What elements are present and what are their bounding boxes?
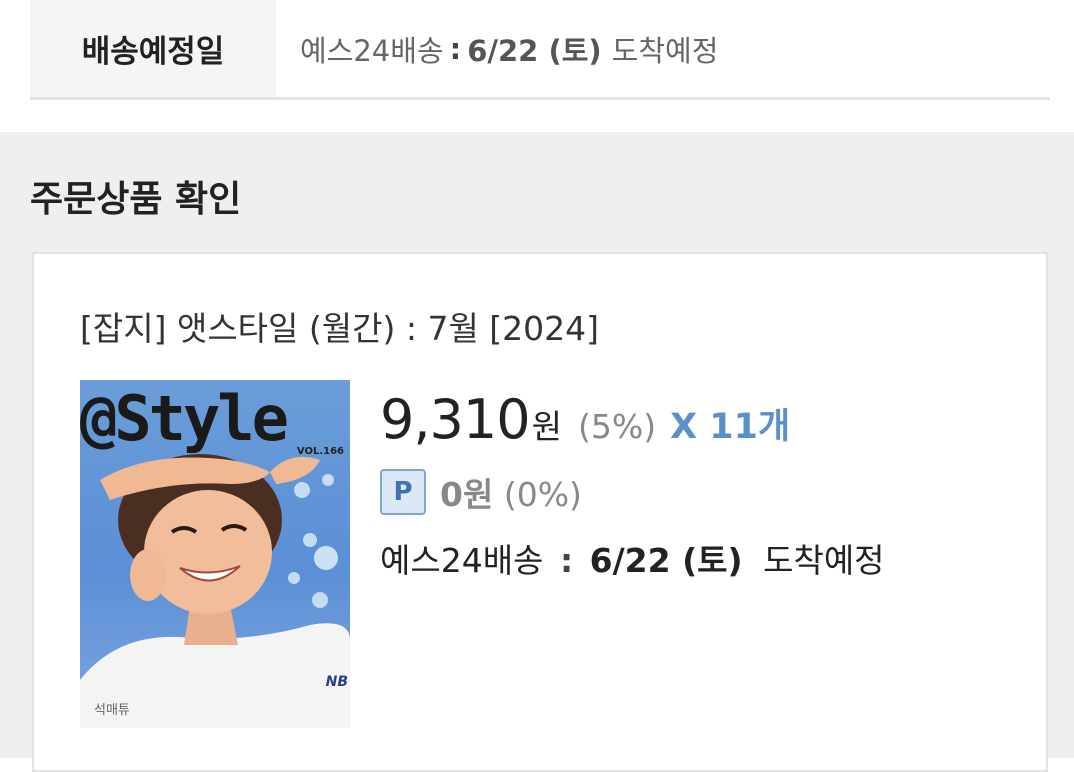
price-unit: 원 — [531, 407, 562, 446]
delivery-separator: : — [449, 31, 462, 66]
delivery-date: 6/22 (토) — [467, 33, 602, 68]
delivery-suffix: 도착예정 — [611, 33, 719, 68]
delivery-label: 배송예정일 — [30, 0, 276, 97]
price-line: 9,310 원 (5%) X 11개 — [380, 388, 790, 451]
section-title: 주문상품 확인 — [30, 179, 242, 220]
point-amount: 0원 — [440, 475, 494, 514]
cover-brand-mark: NB — [325, 674, 348, 690]
cover-name: 석매튜 — [94, 703, 130, 718]
shipping-line: 예스24배송 : 6/22 (토) 도착예정 — [380, 534, 885, 582]
delivery-value: 예스24배송 : 6/22 (토) 도착예정 — [276, 0, 718, 97]
order-quantity: X 11개 — [670, 407, 791, 447]
order-section: 주문상품 확인 [잡지] 앳스타일 (월간) : 7월 [2024] @Styl… — [0, 132, 1074, 772]
product-card: [잡지] 앳스타일 (월간) : 7월 [2024] @Style VOL.16… — [32, 252, 1048, 772]
delivery-row: 배송예정일 예스24배송 : 6/22 (토) 도착예정 — [30, 0, 1050, 100]
point-badge-icon: P — [380, 469, 426, 515]
point-line: P 0원 (0%) — [380, 468, 582, 516]
product-title[interactable]: [잡지] 앳스타일 (월간) : 7월 [2024] — [80, 302, 599, 350]
point-rate: (0%) — [503, 475, 582, 514]
cover-volume: VOL.166 — [296, 446, 344, 457]
product-price: 9,310 — [380, 388, 531, 451]
delivery-section: 배송예정일 예스24배송 : 6/22 (토) 도착예정 — [0, 0, 1074, 132]
shipping-date: 6/22 (토) — [589, 541, 743, 580]
cover-logo: @Style — [80, 382, 289, 455]
point-value: 0원 (0%) — [440, 468, 582, 516]
shipping-separator: : — [559, 541, 574, 580]
discount-rate: (5%) — [577, 407, 657, 446]
shipping-suffix: 도착예정 — [763, 541, 885, 580]
delivery-carrier: 예스24배송 — [300, 33, 444, 68]
product-cover-image[interactable]: @Style VOL.166 NB 석매튜 — [80, 380, 350, 728]
shipping-carrier: 예스24배송 — [380, 541, 544, 580]
